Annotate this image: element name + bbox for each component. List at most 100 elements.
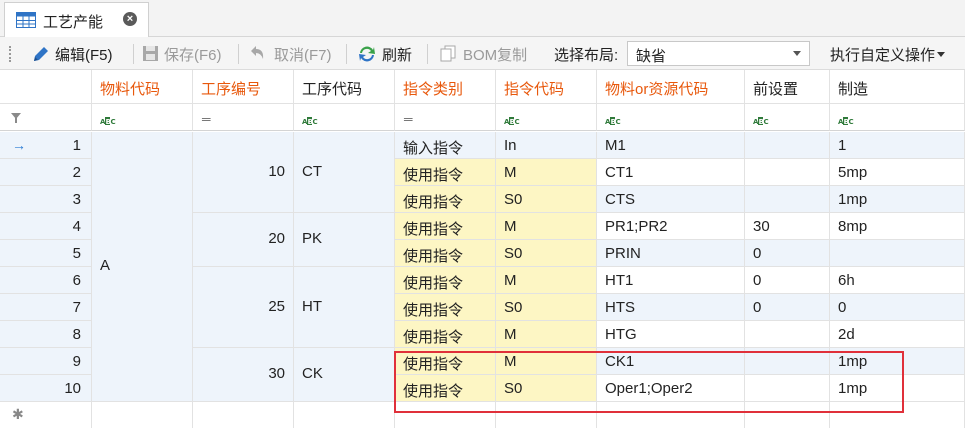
resource-code-cell[interactable]: PRIN [597, 240, 745, 267]
instruction-type-cell[interactable]: 使用指令 [395, 186, 496, 213]
instruction-type-cell[interactable]: 使用指令 [395, 294, 496, 321]
op-number-cell[interactable]: 25 [193, 267, 294, 348]
manufacture-cell[interactable]: 5mp [830, 159, 965, 186]
new-row-cell[interactable] [193, 402, 294, 428]
manufacture-cell[interactable]: 8mp [830, 213, 965, 240]
close-icon[interactable]: × [123, 12, 137, 26]
instruction-type-cell[interactable]: 使用指令 [395, 240, 496, 267]
column-header[interactable]: 工序编号 [193, 70, 294, 104]
instruction-type-cell[interactable]: 使用指令 [395, 348, 496, 375]
pre-setup-cell[interactable]: 0 [745, 267, 830, 294]
resource-code-cell[interactable]: PR1;PR2 [597, 213, 745, 240]
row-number[interactable]: 10 [0, 375, 92, 402]
manufacture-cell[interactable]: 1 [830, 132, 965, 159]
filter-cell[interactable]: ABC [745, 104, 830, 131]
column-header[interactable]: 工序代码 [294, 70, 395, 104]
manufacture-cell[interactable]: 1mp [830, 186, 965, 213]
cancel-button[interactable]: 取消(F7) [248, 43, 340, 65]
column-header[interactable]: 指令类别 [395, 70, 496, 104]
filter-cell[interactable]: ABC [496, 104, 597, 131]
instruction-code-cell[interactable]: S0 [496, 240, 597, 267]
instruction-type-cell[interactable]: 输入指令 [395, 132, 496, 159]
resource-code-cell[interactable]: HTS [597, 294, 745, 321]
resource-code-cell[interactable]: CK1 [597, 348, 745, 375]
op-code-cell[interactable]: CT [294, 132, 395, 213]
pre-setup-cell[interactable]: 0 [745, 240, 830, 267]
instruction-code-cell[interactable]: M [496, 159, 597, 186]
row-number[interactable]: 9 [0, 348, 92, 375]
instruction-code-cell[interactable]: M [496, 348, 597, 375]
new-row-cell[interactable] [395, 402, 496, 428]
op-number-cell[interactable]: 20 [193, 213, 294, 267]
resource-code-cell[interactable]: HT1 [597, 267, 745, 294]
new-row-cell[interactable] [92, 402, 193, 428]
instruction-code-cell[interactable]: M [496, 267, 597, 294]
instruction-type-cell[interactable]: 使用指令 [395, 159, 496, 186]
row-number[interactable]: 7 [0, 294, 92, 321]
manufacture-cell[interactable] [830, 240, 965, 267]
filter-cell[interactable]: ABC [294, 104, 395, 131]
pre-setup-cell[interactable]: 0 [745, 294, 830, 321]
row-number[interactable]: 2 [0, 159, 92, 186]
column-header[interactable]: 物料代码 [92, 70, 193, 104]
new-row-header[interactable]: ✱ [0, 402, 92, 428]
resource-code-cell[interactable]: HTG [597, 321, 745, 348]
pre-setup-cell[interactable] [745, 132, 830, 159]
pre-setup-cell[interactable] [745, 348, 830, 375]
resource-code-cell[interactable]: CTS [597, 186, 745, 213]
new-row-cell[interactable] [294, 402, 395, 428]
row-number[interactable]: 4 [0, 213, 92, 240]
bom-copy-button[interactable]: BOM复制 [440, 43, 540, 65]
filter-cell[interactable]: ═ [193, 104, 294, 131]
resource-code-cell[interactable]: CT1 [597, 159, 745, 186]
resource-code-cell[interactable]: M1 [597, 132, 745, 159]
instruction-code-cell[interactable]: S0 [496, 294, 597, 321]
instruction-type-cell[interactable]: 使用指令 [395, 375, 496, 402]
row-number[interactable]: 3 [0, 186, 92, 213]
row-number[interactable]: 6 [0, 267, 92, 294]
instruction-type-cell[interactable]: 使用指令 [395, 321, 496, 348]
op-code-cell[interactable]: CK [294, 348, 395, 402]
new-row-cell[interactable] [597, 402, 745, 428]
column-header[interactable]: 指令代码 [496, 70, 597, 104]
op-code-cell[interactable]: PK [294, 213, 395, 267]
filter-cell[interactable]: ABC [597, 104, 745, 131]
column-header[interactable]: 制造 [830, 70, 965, 104]
new-row-cell[interactable] [745, 402, 830, 428]
new-row-cell[interactable] [496, 402, 597, 428]
refresh-button[interactable]: 刷新 [357, 43, 419, 65]
instruction-code-cell[interactable]: S0 [496, 375, 597, 402]
filter-cell[interactable]: ABC [92, 104, 193, 131]
resource-code-cell[interactable]: Oper1;Oper2 [597, 375, 745, 402]
column-header[interactable]: 前设置 [745, 70, 830, 104]
pre-setup-cell[interactable] [745, 375, 830, 402]
op-number-cell[interactable]: 30 [193, 348, 294, 402]
material-code-cell[interactable]: A [92, 132, 193, 402]
op-number-cell[interactable]: 10 [193, 132, 294, 213]
save-button[interactable]: 保存(F6) [142, 43, 234, 65]
pre-setup-cell[interactable] [745, 186, 830, 213]
instruction-code-cell[interactable]: In [496, 132, 597, 159]
filter-cell[interactable]: ═ [395, 104, 496, 131]
instruction-code-cell[interactable]: S0 [496, 186, 597, 213]
op-code-cell[interactable]: HT [294, 267, 395, 348]
tab-craft-capacity[interactable]: 工艺产能 × [4, 2, 149, 37]
filter-row-header[interactable] [0, 104, 92, 131]
filter-cell[interactable]: ABC [830, 104, 965, 131]
row-number[interactable]: 5 [0, 240, 92, 267]
column-header[interactable]: 物料or资源代码 [597, 70, 745, 104]
instruction-code-cell[interactable]: M [496, 321, 597, 348]
pre-setup-cell[interactable] [745, 159, 830, 186]
manufacture-cell[interactable]: 2d [830, 321, 965, 348]
manufacture-cell[interactable]: 1mp [830, 348, 965, 375]
instruction-type-cell[interactable]: 使用指令 [395, 267, 496, 294]
manufacture-cell[interactable]: 1mp [830, 375, 965, 402]
new-row-cell[interactable] [830, 402, 965, 428]
toolbar-grip[interactable] [9, 46, 12, 62]
row-number[interactable]: 8 [0, 321, 92, 348]
manufacture-cell[interactable]: 0 [830, 294, 965, 321]
manufacture-cell[interactable]: 6h [830, 267, 965, 294]
instruction-type-cell[interactable]: 使用指令 [395, 213, 496, 240]
pre-setup-cell[interactable]: 30 [745, 213, 830, 240]
layout-select[interactable]: 缺省 [627, 41, 810, 66]
